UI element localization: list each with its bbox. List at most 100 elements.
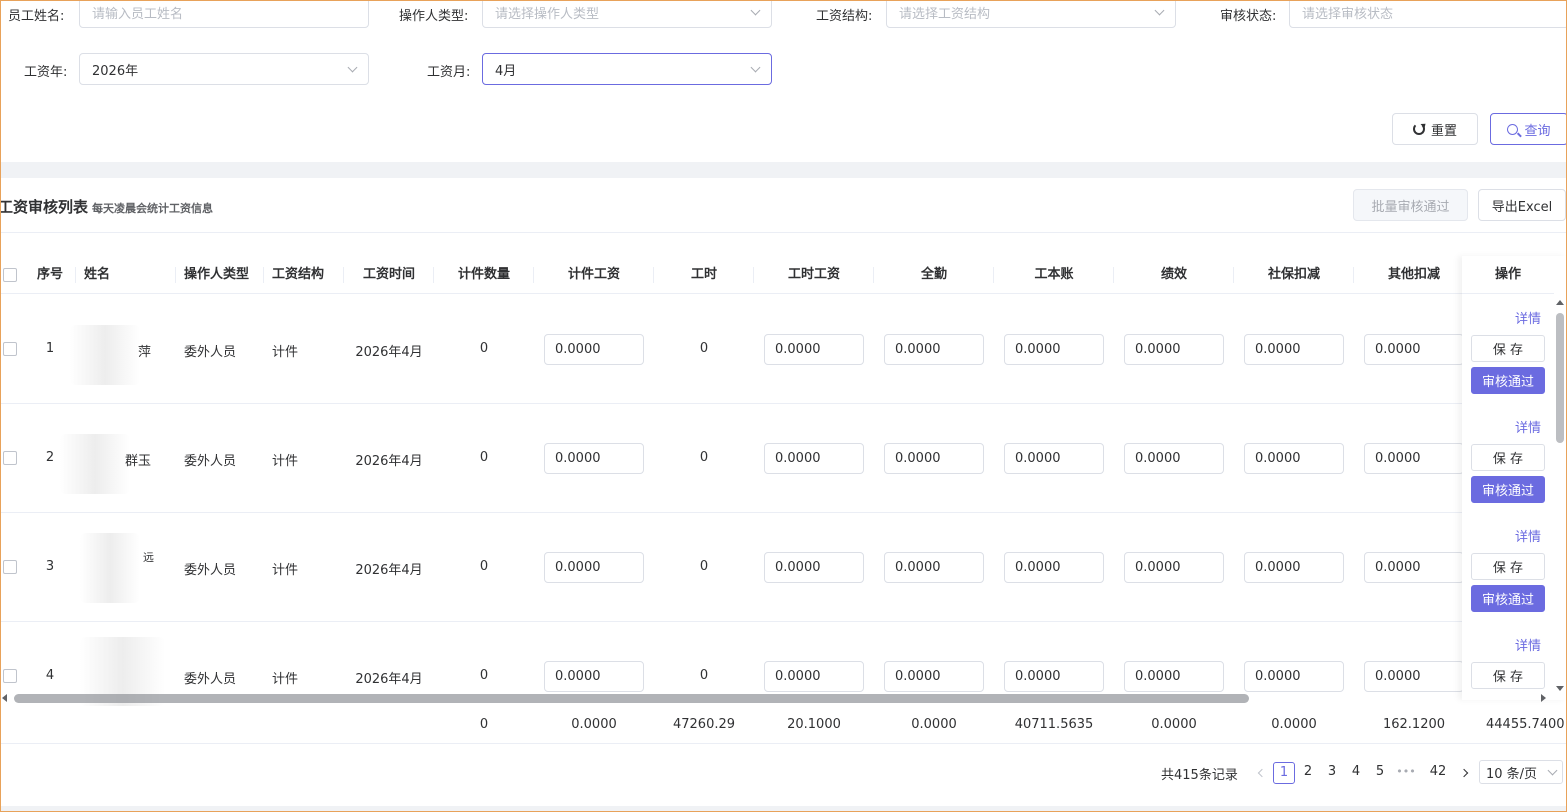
hour-wage-input[interactable]: 0.0000 (764, 334, 864, 365)
review-status-placeholder: 请选择审核状态 (1302, 6, 1394, 22)
salary-structure-placeholder: 请选择工资结构 (899, 6, 991, 22)
salary-structure-select[interactable]: 请选择工资结构 (886, 0, 1176, 28)
save-button[interactable]: 保 存 (1471, 335, 1545, 362)
save-button[interactable]: 保 存 (1471, 553, 1545, 580)
sum-social-deduct: 0.0000 (1271, 717, 1317, 732)
approve-button[interactable]: 审核通过 (1471, 367, 1545, 394)
detail-link[interactable]: 详情 (1508, 308, 1548, 327)
piece-wage-input[interactable]: 0.0000 (544, 443, 644, 474)
salary-month-select[interactable]: 4月 (482, 53, 772, 85)
next-page-button[interactable] (1453, 762, 1475, 784)
approve-button[interactable]: 审核通过 (1471, 585, 1545, 612)
col-ledger: 工本账 (1034, 267, 1074, 282)
save-button[interactable]: 保 存 (1471, 662, 1545, 689)
page-ellipsis[interactable]: ••• (1395, 762, 1417, 784)
social-deduct-input[interactable]: 0.0000 (1244, 443, 1344, 474)
performance-input[interactable]: 0.0000 (1124, 552, 1224, 583)
approve-button[interactable]: 审核通过 (1471, 476, 1545, 503)
other-deduct-input[interactable]: 0.0000 (1364, 661, 1464, 692)
hour-wage-input[interactable]: 0.0000 (764, 661, 864, 692)
row-checkbox[interactable] (3, 451, 17, 465)
piece-wage-input[interactable]: 0.0000 (544, 552, 644, 583)
table-row: 3 远 委外人员 计件 2026年4月 0 0.0000 0 0.0000 0.… (0, 513, 1567, 622)
ledger-input[interactable]: 0.0000 (1004, 443, 1104, 474)
row-index: 1 (45, 341, 55, 356)
scroll-left-arrow[interactable] (2, 694, 7, 702)
chevron-down-icon (750, 62, 761, 72)
scroll-down-arrow[interactable] (1556, 686, 1564, 691)
page-3[interactable]: 3 (1321, 762, 1343, 784)
review-status-select[interactable]: 请选择审核状态 (1289, 0, 1567, 28)
piece-wage-input[interactable]: 0.0000 (544, 661, 644, 692)
detail-link[interactable]: 详情 (1508, 635, 1548, 654)
sum-hour-wage: 20.1000 (787, 717, 841, 732)
table-header: 序号 姓名 操作人类型 工资结构 工资时间 计件数量 计件工资 工时 工时工资 … (0, 256, 1567, 294)
col-hour-wage: 工时工资 (787, 267, 840, 282)
attendance-input[interactable]: 0.0000 (884, 552, 984, 583)
row-piece-count: 0 (479, 341, 489, 356)
page-42[interactable]: 42 (1427, 762, 1449, 784)
social-deduct-input[interactable]: 0.0000 (1244, 661, 1344, 692)
other-deduct-input[interactable]: 0.0000 (1364, 334, 1464, 365)
page-size-select[interactable]: 10 条/页 (1479, 760, 1563, 784)
chevron-down-icon (750, 5, 761, 15)
performance-input[interactable]: 0.0000 (1124, 334, 1224, 365)
page-5[interactable]: 5 (1369, 762, 1391, 784)
sum-other-deduct: 162.1200 (1382, 717, 1446, 732)
scroll-up-arrow[interactable] (1556, 300, 1564, 305)
page-4[interactable]: 4 (1345, 762, 1367, 784)
vertical-scrollbar[interactable] (1556, 313, 1564, 443)
salary-review-list-panel: 工资审核列表 每天凌晨会统计工资信息 批量审核通过 导出Excel 序号 姓名 操… (0, 178, 1567, 806)
ledger-input[interactable]: 0.0000 (1004, 661, 1104, 692)
operator-type-select[interactable]: 请选择操作人类型 (482, 0, 772, 28)
export-excel-button[interactable]: 导出Excel (1478, 189, 1566, 221)
row-checkbox[interactable] (3, 342, 17, 356)
col-hours: 工时 (690, 267, 717, 282)
select-all-checkbox[interactable] (3, 268, 17, 282)
search-button[interactable]: 查询 (1490, 113, 1567, 145)
other-deduct-input[interactable]: 0.0000 (1364, 443, 1464, 474)
sum-hours: 47260.29 (672, 717, 736, 732)
social-deduct-input[interactable]: 0.0000 (1244, 552, 1344, 583)
prev-page-button[interactable] (1251, 762, 1273, 784)
row-hours: 0 (699, 559, 709, 574)
attendance-input[interactable]: 0.0000 (884, 334, 984, 365)
save-button[interactable]: 保 存 (1471, 444, 1545, 471)
row-checkbox[interactable] (3, 560, 17, 574)
other-deduct-input[interactable]: 0.0000 (1364, 552, 1464, 583)
social-deduct-input[interactable]: 0.0000 (1244, 334, 1344, 365)
hour-wage-input[interactable]: 0.0000 (764, 443, 864, 474)
detail-link[interactable]: 详情 (1508, 526, 1548, 545)
col-actions: 操作 (1462, 256, 1554, 294)
page-2[interactable]: 2 (1297, 762, 1319, 784)
row-checkbox[interactable] (3, 669, 17, 683)
detail-link[interactable]: 详情 (1508, 417, 1548, 436)
col-social-deduct: 社保扣减 (1267, 267, 1320, 282)
attendance-input[interactable]: 0.0000 (884, 661, 984, 692)
sum-attendance: 0.0000 (911, 717, 957, 732)
scroll-right-arrow[interactable] (1541, 694, 1546, 702)
salary-year-select[interactable]: 2026年 (79, 53, 369, 85)
filter-panel: 员工姓名: 请输入员工姓名 操作人类型: 请选择操作人类型 工资结构: 请选择工… (0, 0, 1567, 162)
attendance-input[interactable]: 0.0000 (884, 443, 984, 474)
operation-column: 操作 详情 保 存 审核通过 详情 保 存 审核通过 详情 保 存 审核通过 详… (1462, 256, 1567, 700)
ledger-input[interactable]: 0.0000 (1004, 334, 1104, 365)
sum-piece-wage: 0.0000 (571, 717, 617, 732)
performance-input[interactable]: 0.0000 (1124, 443, 1224, 474)
row-operator-type: 委外人员 (184, 345, 237, 360)
chevron-down-icon (347, 62, 358, 72)
reset-button[interactable]: 重置 (1392, 113, 1478, 145)
piece-wage-input[interactable]: 0.0000 (544, 334, 644, 365)
employee-name-input[interactable]: 请输入员工姓名 (79, 0, 369, 28)
batch-approve-label: 批量审核通过 (1371, 199, 1450, 215)
ledger-input[interactable]: 0.0000 (1004, 552, 1104, 583)
hour-wage-input[interactable]: 0.0000 (764, 552, 864, 583)
page-1[interactable]: 1 (1273, 762, 1295, 784)
list-title-text: 工资审核列表 (0, 198, 89, 216)
performance-input[interactable]: 0.0000 (1124, 661, 1224, 692)
horizontal-scrollbar[interactable] (14, 694, 1249, 703)
col-other-deduct: 其他扣减 (1387, 267, 1440, 282)
employee-name-label: 员工姓名: (8, 9, 65, 24)
row-operator-type: 委外人员 (184, 563, 237, 578)
batch-approve-button[interactable]: 批量审核通过 (1353, 189, 1468, 221)
